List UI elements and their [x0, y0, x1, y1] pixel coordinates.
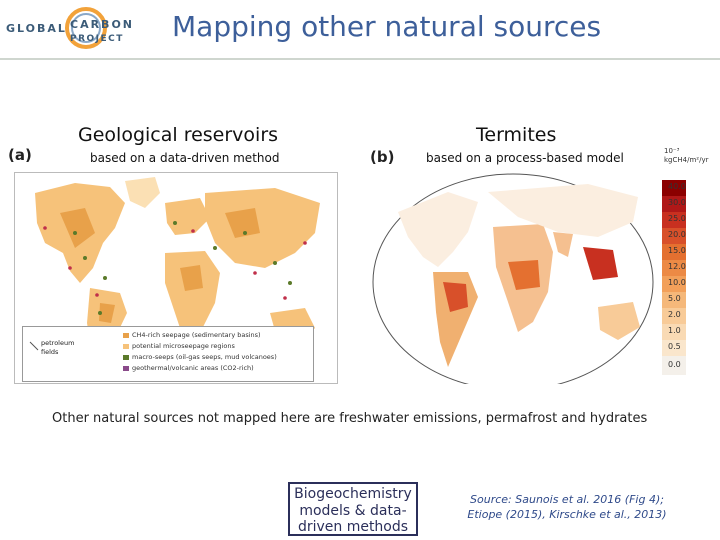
panel-b-subheading: based on a process-based model: [426, 151, 624, 165]
colorbar-tick: 30.0: [668, 198, 686, 207]
logo-word-carbon: CARBON: [70, 18, 134, 31]
legend-swatch: [123, 365, 129, 371]
panel-b-label: (b): [370, 148, 395, 166]
legend-item-label: CH4-rich seepage (sedimentary basins): [132, 331, 261, 339]
legend-swatch: [123, 332, 129, 338]
header-divider: [0, 58, 720, 60]
source-citation: Source: Saunois et al. 2016 (Fig 4); Eti…: [462, 492, 672, 522]
colorbar-tick: 15.0: [668, 246, 686, 255]
panel-a-label: (a): [8, 146, 32, 164]
colorbar-tick: 25.0: [668, 214, 686, 223]
source-line: Etiope (2015), Kirschke et al., 2013): [467, 508, 667, 521]
other-sources-note: Other natural sources not mapped here ar…: [52, 411, 648, 426]
colorbar-tick: 12.0: [668, 262, 686, 271]
legend-item: CH4-rich seepage (sedimentary basins): [123, 331, 261, 339]
legend-item-label: geothermal/volcanic areas (CO2-rich): [132, 364, 254, 372]
page-title: Mapping other natural sources: [172, 10, 602, 43]
colorbar-tick: 0.5: [668, 342, 681, 351]
colorbar-tick: 5.0: [668, 294, 681, 303]
colorbar-unit-text: kgCH4/m²/yr: [664, 156, 709, 164]
colorbar-unit-scale: 10⁻³: [664, 147, 680, 155]
geological-legend: petroleum fields CH4-rich seepage (sedim…: [22, 326, 314, 382]
legend-fields-label: fields: [41, 348, 59, 356]
colorbar-tick: 20.0: [668, 230, 686, 239]
legend-petroleum-label: petroleum: [41, 339, 75, 347]
legend-item-label: macro-seeps (oil-gas seeps, mud volcanoe…: [132, 353, 277, 361]
methods-box: Biogeochemistry models & data- driven me…: [288, 482, 418, 536]
methods-box-line: models & data-: [299, 502, 407, 519]
logo-word-project: PROJECT: [70, 34, 124, 44]
globe-termites: [372, 173, 654, 384]
legend-item: potential microseepage regions: [123, 342, 235, 350]
termites-map: [368, 172, 658, 384]
source-line: Source: Saunois et al. 2016 (Fig 4);: [470, 493, 664, 506]
legend-item-label: potential microseepage regions: [132, 342, 235, 350]
legend-swatch: [123, 354, 129, 360]
methods-box-line: Biogeochemistry: [294, 486, 412, 502]
legend-swatch: [123, 343, 129, 349]
petroleum-field-icon: [29, 341, 39, 351]
colorbar-tick: 10.0: [668, 278, 686, 287]
panel-a-heading: Geological reservoirs: [78, 124, 279, 146]
panel-b-heading: Termites: [476, 124, 557, 146]
colorbar-tick: 2.0: [668, 310, 681, 319]
legend-item: geothermal/volcanic areas (CO2-rich): [123, 364, 254, 372]
colorbar-tick: 40.0: [668, 182, 686, 191]
methods-box-line: driven methods: [297, 519, 409, 535]
colorbar-unit: 10⁻³ kgCH4/m²/yr: [664, 147, 708, 165]
panel-a-subheading: based on a data-driven method: [90, 151, 280, 165]
logo-word-global: GLOBAL: [6, 22, 67, 35]
legend-item: macro-seeps (oil-gas seeps, mud volcanoe…: [123, 353, 277, 361]
colorbar-tick: 0.0: [668, 360, 681, 369]
global-carbon-project-logo: GLOBAL CARBON PROJECT: [6, 4, 166, 54]
colorbar-tick: 1.0: [668, 326, 681, 335]
